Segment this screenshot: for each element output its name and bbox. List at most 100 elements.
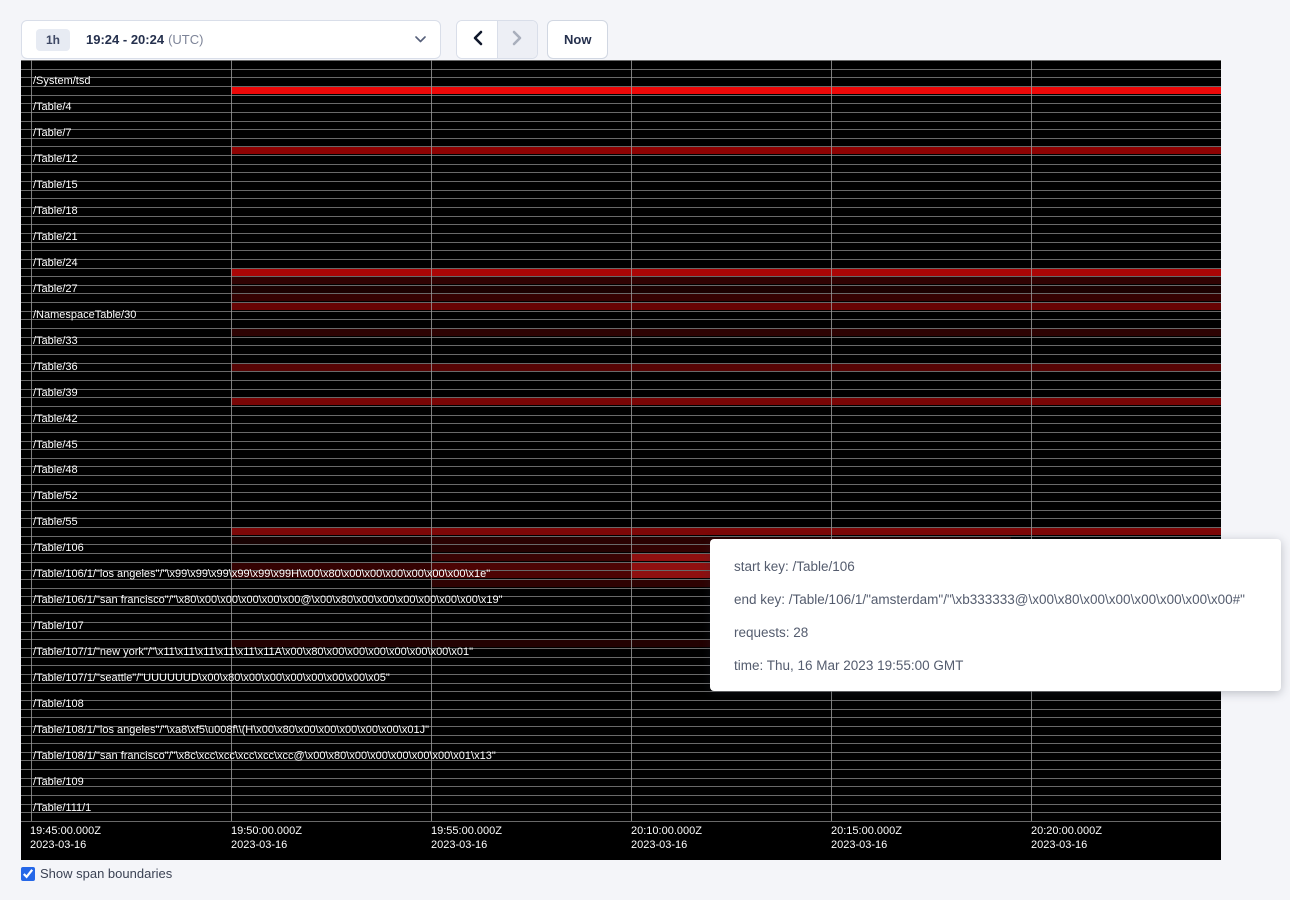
span-boundary-line (21, 778, 1221, 779)
heatmap-bar[interactable] (431, 545, 631, 552)
span-boundary-line (21, 345, 1221, 346)
span-boundary-line (21, 146, 1221, 147)
heatmap-bar[interactable] (231, 364, 1221, 371)
span-boundary-line (21, 302, 1221, 303)
time-gridline (231, 60, 232, 821)
span-boundary-line (21, 285, 1221, 286)
span-boundary-line (21, 103, 1221, 104)
axis-tick-time: 20:20:00.000Z (1031, 824, 1102, 838)
span-boundary-line (21, 172, 1221, 173)
heatmap-bar[interactable] (231, 528, 1221, 535)
range-text: 19:24 - 20:24 (86, 32, 164, 47)
axis-tick-label: 20:10:00.000Z2023-03-16 (631, 824, 702, 852)
heatmap-bar[interactable] (231, 269, 1221, 276)
show-span-boundaries-checkbox[interactable] (21, 867, 35, 881)
now-button[interactable]: Now (547, 20, 608, 59)
span-boundary-line (21, 181, 1221, 182)
heatmap-bar[interactable] (231, 303, 1221, 310)
span-boundary-line (21, 354, 1221, 355)
span-label: /Table/39 (33, 388, 78, 399)
axis-tick-date: 2023-03-16 (1031, 838, 1102, 852)
axis-tick-time: 20:10:00.000Z (631, 824, 702, 838)
span-boundary-line (21, 821, 1221, 822)
tooltip-end-key: end key: /Table/106/1/"amsterdam"/"\xb33… (734, 583, 1257, 616)
chevron-right-icon (512, 30, 523, 49)
span-boundary-line (21, 337, 1221, 338)
span-boundary-line (21, 501, 1221, 502)
span-boundary-line (21, 311, 1221, 312)
axis-tick-time: 19:45:00.000Z (30, 824, 101, 838)
axis-tick-label: 19:45:00.000Z2023-03-16 (30, 824, 101, 852)
span-boundary-line (21, 216, 1221, 217)
span-boundary-line (21, 432, 1221, 433)
tooltip-time: time: Thu, 16 Mar 2023 19:55:00 GMT (734, 649, 1257, 682)
heatmap-bar[interactable] (231, 329, 1221, 336)
axis-tick-label: 20:15:00.000Z2023-03-16 (831, 824, 902, 852)
heatmap-bar[interactable] (231, 87, 1221, 94)
span-label: /Table/12 (33, 154, 78, 165)
span-boundary-line (21, 769, 1221, 770)
span-boundary-line (21, 700, 1221, 701)
span-boundary-line (21, 449, 1221, 450)
prev-range-button[interactable] (457, 21, 497, 58)
span-label: /Table/106/1/"los angeles"/"\x99\x99\x99… (33, 569, 490, 580)
span-label: /Table/24 (33, 258, 78, 269)
span-label: /Table/27 (33, 284, 78, 295)
time-gridline (31, 60, 32, 821)
span-boundary-line (21, 371, 1221, 372)
span-label: /Table/15 (33, 180, 78, 191)
span-boundary-line (21, 466, 1221, 467)
span-label: /Table/106/1/"san francisco"/"\x80\x00\x… (33, 595, 503, 606)
axis-tick-label: 20:20:00.000Z2023-03-16 (1031, 824, 1102, 852)
heatmap-bar[interactable] (231, 398, 1221, 405)
span-boundary-line (21, 389, 1221, 390)
heatmap-bar[interactable] (231, 147, 1221, 154)
span-boundary-line (21, 423, 1221, 424)
heatmap-bar[interactable] (231, 537, 431, 544)
time-range-selector[interactable]: 1h 19:24 - 20:24 (UTC) (21, 20, 441, 59)
span-boundary-line (21, 198, 1221, 199)
heatmap-bar[interactable] (231, 277, 1221, 284)
span-boundary-line (21, 397, 1221, 398)
span-boundary-line (21, 812, 1221, 813)
span-label: /Table/45 (33, 440, 78, 451)
show-span-boundaries-label: Show span boundaries (40, 866, 172, 881)
heatmap-bar[interactable] (231, 294, 1221, 301)
span-label: /Table/18 (33, 206, 78, 217)
next-range-button[interactable] (497, 21, 537, 58)
span-boundary-line (21, 475, 1221, 476)
span-label: /Table/42 (33, 414, 78, 425)
axis-tick-date: 2023-03-16 (831, 838, 902, 852)
range-duration-badge: 1h (36, 29, 70, 51)
tooltip-requests: requests: 28 (734, 616, 1257, 649)
span-boundary-line (21, 268, 1221, 269)
tooltip-start-key: start key: /Table/106 (734, 550, 1257, 583)
span-label: /Table/48 (33, 465, 78, 476)
span-boundary-line (21, 190, 1221, 191)
span-boundary-line (21, 709, 1221, 710)
span-boundary-line (21, 293, 1221, 294)
span-boundary-line (21, 786, 1221, 787)
span-label: /Table/36 (33, 362, 78, 373)
range-nav-group (456, 20, 538, 59)
span-boundary-line (21, 492, 1221, 493)
span-boundary-line (21, 484, 1221, 485)
axis-tick-date: 2023-03-16 (231, 838, 302, 852)
span-label: /Table/108/1/"san francisco"/"\x8c\xcc\x… (33, 751, 496, 762)
span-boundary-line (21, 328, 1221, 329)
span-boundary-line (21, 77, 1221, 78)
span-boundary-line (21, 155, 1221, 156)
span-label: /System/tsd (33, 76, 90, 87)
show-span-boundaries[interactable]: Show span boundaries (21, 866, 172, 881)
heatmap-bar[interactable] (431, 554, 631, 561)
span-label: /Table/21 (33, 232, 78, 243)
span-boundary-line (21, 276, 1221, 277)
span-label: /Table/106 (33, 543, 84, 554)
span-boundary-line (21, 743, 1221, 744)
span-boundary-line (21, 363, 1221, 364)
span-boundary-line (21, 121, 1221, 122)
span-label: /Table/111/1 (33, 803, 91, 814)
heatmap-bar[interactable] (231, 286, 1221, 293)
key-visualizer-heatmap[interactable]: /System/tsd/Table/4/Table/7/Table/12/Tab… (21, 60, 1221, 860)
axis-tick-date: 2023-03-16 (30, 838, 101, 852)
